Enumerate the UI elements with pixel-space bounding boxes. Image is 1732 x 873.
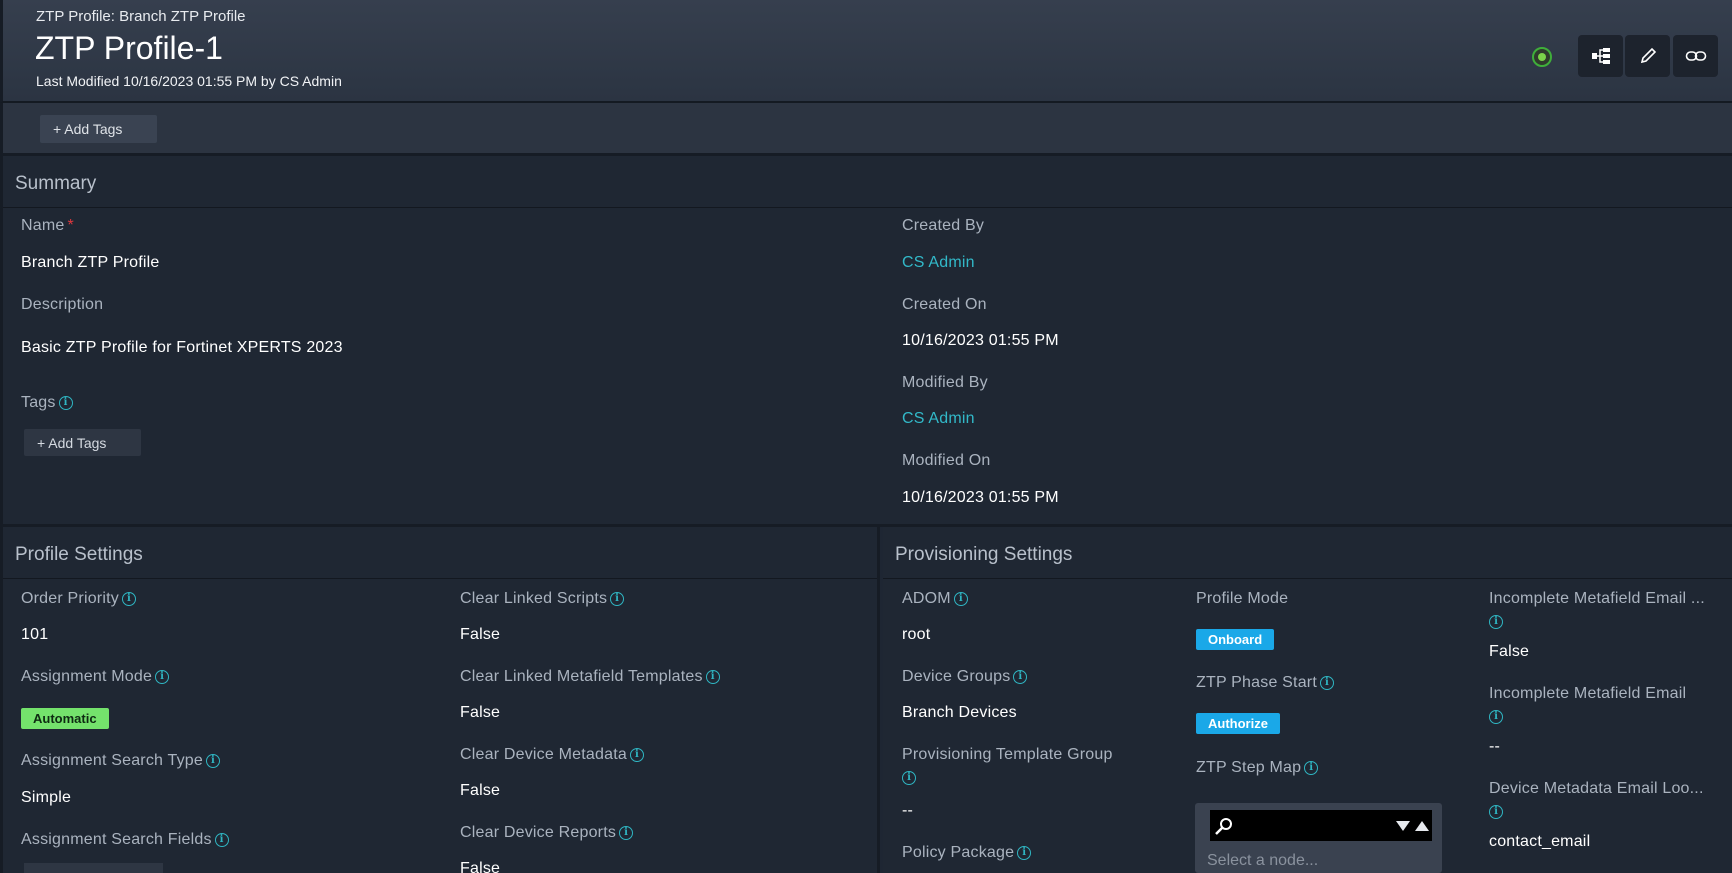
clear-linked-scripts-label: Clear Linked Scripts i <box>460 590 625 608</box>
profile-settings-title: Profile Settings <box>15 544 143 565</box>
created-on-label: Created On <box>902 296 987 313</box>
device-groups-label: Device Groups i <box>902 668 1028 686</box>
incomplete-metafield-email-truncated-label: Incomplete Metafield Email ... <box>1489 590 1705 607</box>
name-label: Name * <box>21 217 74 234</box>
chevron-down-icon[interactable] <box>1395 820 1411 832</box>
order-priority-value: 101 <box>21 626 49 643</box>
device-metadata-email-info: i <box>1489 803 1503 821</box>
provisioning-settings-header: Provisioning Settings <box>883 527 1732 579</box>
page-title: ZTP Profile-1 <box>35 30 223 66</box>
info-icon: i <box>1304 760 1319 775</box>
info-icon: i <box>58 395 73 410</box>
incomplete-metafield-email-truncated-value: False <box>1489 643 1530 660</box>
ztp-step-map-label: ZTP Step Map i <box>1196 759 1319 777</box>
description-label: Description <box>21 296 104 313</box>
device-groups-value: Branch Devices <box>902 704 1017 721</box>
device-metadata-email-value: contact_email <box>1489 833 1591 850</box>
order-priority-label: Order Priority i <box>21 590 136 608</box>
clear-linked-metafield-templates-value: False <box>460 704 501 721</box>
profile-settings-header: Profile Settings <box>3 527 877 579</box>
ztp-phase-start-label: ZTP Phase Start i <box>1196 674 1334 692</box>
info-icon: i <box>214 832 229 847</box>
assignment-search-fields-control[interactable] <box>24 863 163 873</box>
incomplete-metafield-email-info: i <box>1489 708 1503 726</box>
clear-device-metadata-value: False <box>460 782 501 799</box>
name-value: Branch ZTP Profile <box>21 254 160 271</box>
step-map-search-bar[interactable] <box>1210 810 1432 841</box>
tag-bar: + Add Tags <box>0 103 1732 156</box>
copy-link-button[interactable] <box>1673 35 1718 77</box>
info-icon: i <box>1319 675 1334 690</box>
search-icon[interactable] <box>1214 817 1234 835</box>
info-icon: i <box>205 753 220 768</box>
ztp-phase-start-badge: Authorize <box>1196 713 1280 734</box>
info-icon: i <box>629 747 644 762</box>
device-metadata-email-label: Device Metadata Email Loo... <box>1489 780 1704 797</box>
add-tags-button[interactable]: + Add Tags <box>40 115 157 143</box>
profile-settings-panel: Profile Settings Order Priority i 101 Ass… <box>0 527 880 873</box>
info-icon: i <box>619 825 634 840</box>
hierarchy-button[interactable] <box>1578 35 1623 77</box>
info-icon: i <box>705 669 720 684</box>
clear-device-metadata-label: Clear Device Metadata i <box>460 746 644 764</box>
hierarchy-icon <box>1591 48 1610 64</box>
modified-on-label: Modified On <box>902 452 991 469</box>
clear-linked-scripts-value: False <box>460 626 501 643</box>
created-by-link[interactable]: CS Admin <box>902 254 975 272</box>
incomplete-metafield-email-value: -- <box>1489 738 1501 755</box>
provisioning-template-group-value: -- <box>902 802 914 819</box>
adom-value: root <box>902 626 931 643</box>
tags-label: Tags i <box>21 394 73 412</box>
clear-device-reports-value: False <box>460 860 501 873</box>
provisioning-template-group-info: i <box>902 769 916 787</box>
info-icon: i <box>1489 804 1503 819</box>
info-icon: i <box>953 591 968 606</box>
provisioning-template-group-label: Provisioning Template Group <box>902 746 1113 763</box>
info-icon: i <box>902 770 916 785</box>
created-on-value: 10/16/2023 01:55 PM <box>902 332 1059 349</box>
provisioning-settings-title: Provisioning Settings <box>895 544 1073 565</box>
incomplete-metafield-email-label: Incomplete Metafield Email <box>1489 685 1687 702</box>
breadcrumb[interactable]: ZTP Profile: Branch ZTP Profile <box>36 8 246 25</box>
info-icon: i <box>1017 845 1032 860</box>
edit-button[interactable] <box>1625 35 1670 77</box>
assignment-mode-badge: Automatic <box>21 708 109 729</box>
info-icon: i <box>610 591 625 606</box>
info-icon: i <box>155 669 170 684</box>
assignment-search-fields-label: Assignment Search Fields i <box>21 831 229 849</box>
step-map-placeholder[interactable]: Select a node... <box>1207 852 1318 870</box>
modified-by-link[interactable]: CS Admin <box>902 410 975 428</box>
modified-by-label: Modified By <box>902 374 988 391</box>
clear-linked-metafield-templates-label: Clear Linked Metafield Templates i <box>460 668 720 686</box>
clear-device-reports-label: Clear Device Reports i <box>460 824 634 842</box>
profile-mode-label: Profile Mode <box>1196 590 1289 607</box>
pencil-icon <box>1640 47 1656 64</box>
info-icon: i <box>1013 669 1028 684</box>
assignment-search-type-label: Assignment Search Type i <box>21 752 220 770</box>
ztp-step-map-widget[interactable]: Select a node... <box>1195 803 1442 873</box>
last-modified-text: Last Modified 10/16/2023 01:55 PM by CS … <box>36 73 342 89</box>
modified-on-value: 10/16/2023 01:55 PM <box>902 489 1059 506</box>
summary-add-tags-button[interactable]: + Add Tags <box>24 429 141 456</box>
profile-mode-badge: Onboard <box>1196 629 1275 650</box>
assignment-search-type-value: Simple <box>21 789 72 806</box>
created-by-label: Created By <box>902 217 985 234</box>
info-icon: i <box>1489 614 1503 629</box>
summary-title: Summary <box>15 173 97 194</box>
chevron-up-icon[interactable] <box>1414 820 1430 832</box>
policy-package-label: Policy Package i <box>902 844 1032 862</box>
adom-label: ADOM i <box>902 590 968 608</box>
summary-header: Summary <box>3 156 1732 208</box>
info-icon: i <box>121 591 136 606</box>
required-mark: * <box>67 217 74 234</box>
incomplete-metafield-email-truncated-info: i <box>1489 613 1503 631</box>
info-icon: i <box>1489 709 1503 724</box>
status-indicator-icon <box>1532 47 1552 67</box>
link-icon <box>1685 51 1706 61</box>
page-header: ZTP Profile: Branch ZTP Profile ZTP Prof… <box>0 0 1732 103</box>
summary-panel: Summary Name * Branch ZTP Profile Descrip… <box>0 156 1732 527</box>
description-value: Basic ZTP Profile for Fortinet XPERTS 20… <box>21 339 343 356</box>
assignment-mode-label: Assignment Mode i <box>21 668 170 686</box>
